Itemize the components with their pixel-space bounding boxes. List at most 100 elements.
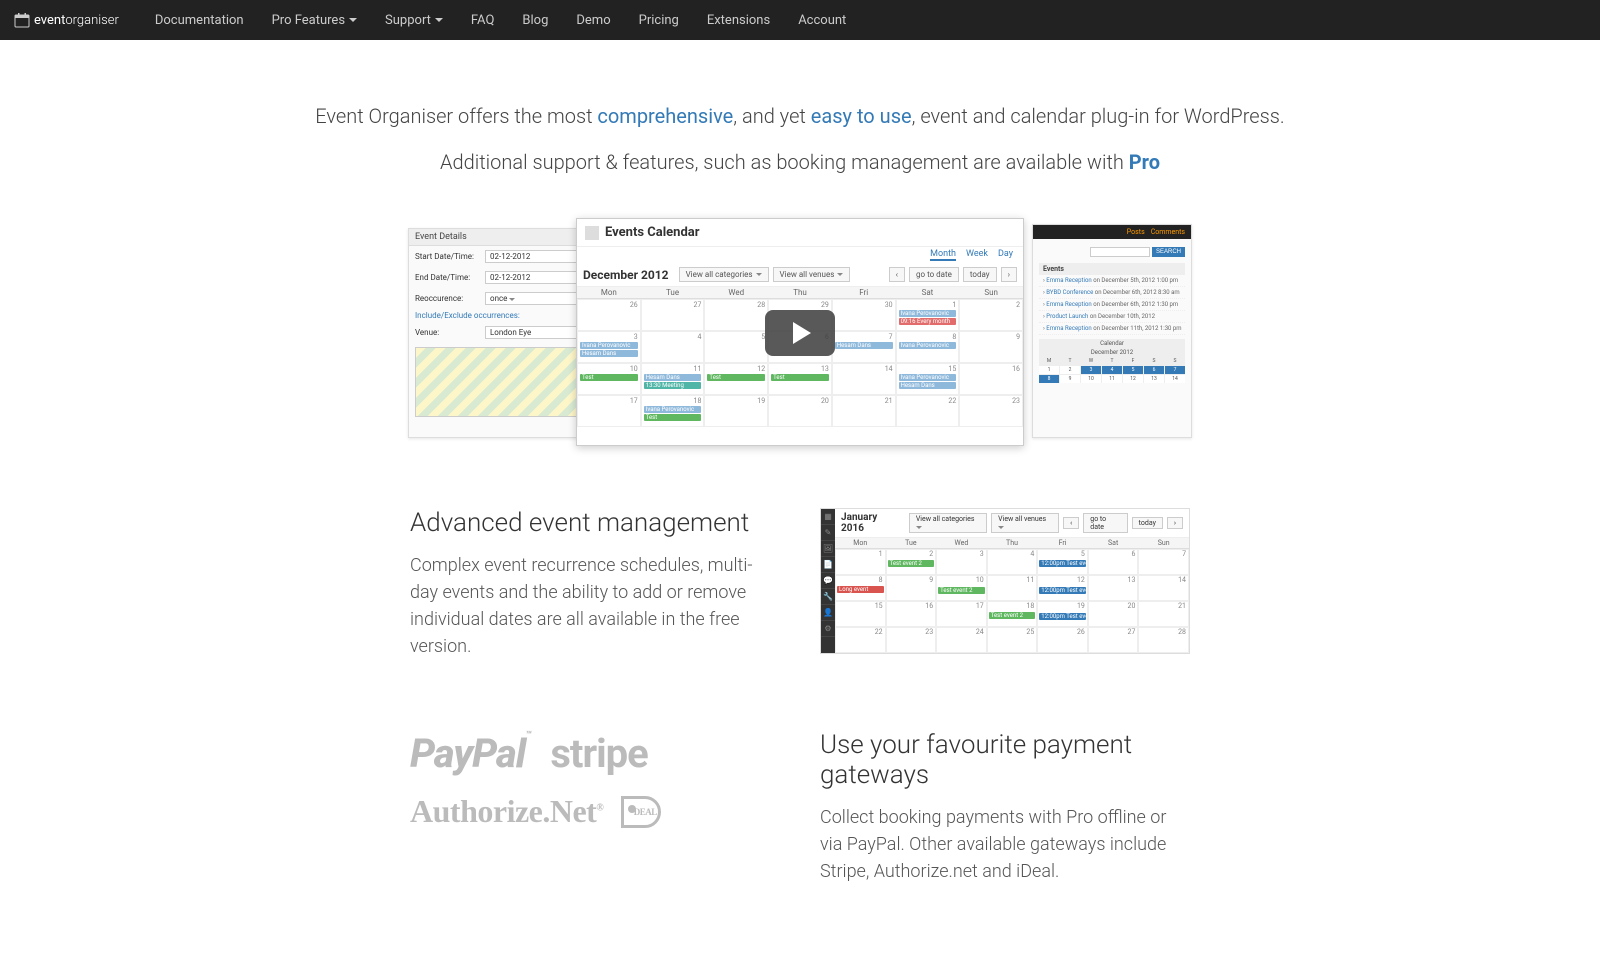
calendar-cell: 30 xyxy=(832,299,896,331)
nav-account[interactable]: Account xyxy=(784,0,860,40)
nav-pricing[interactable]: Pricing xyxy=(625,0,693,40)
reoccurence-label: Reoccurence: xyxy=(415,294,485,303)
mini-sidebar-calendar: Calendar December 2012 MTWTFSS1234567891… xyxy=(1039,339,1185,383)
calendar-cell: 12Test xyxy=(704,363,768,395)
nav-blog[interactable]: Blog xyxy=(508,0,562,40)
chevron-down-icon xyxy=(435,18,443,22)
payment-logos: PayPal™ stripe Authorize.Net® DEAL xyxy=(410,730,780,830)
calendar-cell: 14 xyxy=(832,363,896,395)
end-date-label: End Date/Time: xyxy=(415,273,485,282)
sidebar-event-item: › Emma Reception on December 5th, 2012 1… xyxy=(1039,275,1185,287)
frontend-sidebar-panel: Posts Comments SEARCH Events › Emma Rece… xyxy=(1032,224,1192,438)
stripe-logo: stripe xyxy=(550,730,647,777)
calendar-cell: 3Ivana PerovanovicHesam Dans xyxy=(577,331,641,363)
day-header: Sun xyxy=(959,287,1023,299)
calendar-event: Ivana Perovanovic xyxy=(899,374,957,381)
feature1-image: ▦✎🖼📄💬🔧👤⚙ January 2016 View all categorie… xyxy=(820,508,1190,654)
venue-label: Venue: xyxy=(415,328,485,337)
calendar-view-tabs: Month Week Day xyxy=(577,247,1023,263)
calendar-event: Ivana Perovanovic xyxy=(899,310,957,317)
mc-filter-ven: View all venues xyxy=(991,513,1059,533)
calendar-event: Test xyxy=(707,374,765,381)
search-button-mock: SEARCH xyxy=(1152,247,1185,257)
day-header: Fri xyxy=(832,287,896,299)
calendar-cell: 4 xyxy=(641,331,705,363)
feature2-title: Use your favourite payment gateways xyxy=(820,730,1190,790)
start-date-value: 02-12-2012 xyxy=(485,250,581,263)
calendar-event: Hesam Dans xyxy=(580,350,638,357)
mc-filter-cat: View all categories xyxy=(909,513,987,533)
calendar-cell: 27 xyxy=(641,299,705,331)
mini-cal-month: December 2012 xyxy=(1039,348,1185,357)
events-list-header: Events xyxy=(1039,263,1185,275)
feature-payment-gateways: PayPal™ stripe Authorize.Net® DEAL Use y… xyxy=(410,730,1190,885)
search-input-mock xyxy=(1090,247,1150,257)
admin-calendar-title: Events Calendar xyxy=(605,225,700,240)
calendar-event: 13:30 Meeting xyxy=(644,382,702,389)
current-month-label: December 2012 xyxy=(583,268,675,282)
play-button[interactable] xyxy=(765,310,835,356)
calendar-event: 09:16 Every month xyxy=(899,318,957,325)
calendar-event: Hesam Dans xyxy=(644,374,702,381)
feature2-body: Collect booking payments with Pro offlin… xyxy=(820,804,1190,885)
filter-venues: View all venues xyxy=(773,267,851,282)
authorizenet-logo: Authorize.Net® xyxy=(410,793,603,830)
calendar-icon xyxy=(14,12,30,28)
mc-month-label: January 2016 xyxy=(841,512,901,534)
hero-link-easy[interactable]: easy to use xyxy=(811,104,912,128)
tab-week: Week xyxy=(966,249,988,261)
goto-date-button: go to date xyxy=(909,267,959,282)
hero-line-1: Event Organiser offers the most comprehe… xyxy=(220,100,1380,132)
ideal-logo: DEAL xyxy=(621,796,661,828)
nav-demo[interactable]: Demo xyxy=(562,0,624,40)
end-date-value: 02-12-2012 xyxy=(485,271,581,284)
wp-admin-sidebar: ▦✎🖼📄💬🔧👤⚙ xyxy=(821,509,835,653)
nav-support-label: Support xyxy=(385,13,431,28)
calendar-cell: 28 xyxy=(704,299,768,331)
calendar-cell: 26 xyxy=(577,299,641,331)
sidebar-event-item: › Product Launch on December 10th, 2012 xyxy=(1039,311,1185,323)
calendar-cell: 16 xyxy=(959,363,1023,395)
today-button: today xyxy=(963,267,997,282)
paypal-logo: PayPal™ xyxy=(410,730,530,777)
sidebar-event-item: › Emma Reception on December 6th, 2012 1… xyxy=(1039,299,1185,311)
hero-text: Additional support & features, such as b… xyxy=(440,150,1129,174)
filter-categories: View all categories xyxy=(679,267,769,282)
calendar-cell: 17 xyxy=(577,395,641,427)
calendar-event: Ivana Perovanovic xyxy=(644,406,702,413)
brand-link[interactable]: eventorganiser xyxy=(14,12,119,28)
calendar-event: Ivana Perovanovic xyxy=(899,342,957,349)
nav-documentation[interactable]: Documentation xyxy=(141,0,258,40)
venue-value: London Eye xyxy=(485,326,581,339)
main-navbar: eventorganiser Documentation Pro Feature… xyxy=(0,0,1600,40)
calendar-cell: 9 xyxy=(959,331,1023,363)
mini-cal-label: Calendar xyxy=(1039,339,1185,348)
hero-pro-label: Pro xyxy=(1129,150,1160,174)
hero-text: , event and calendar plug-in for WordPre… xyxy=(912,104,1285,128)
next-button: › xyxy=(1001,267,1017,282)
mc-next: › xyxy=(1167,517,1183,529)
nav-support[interactable]: Support xyxy=(371,0,457,40)
calendar-cell: 5 xyxy=(704,331,768,363)
reoccurence-value: once xyxy=(485,292,581,305)
hero-link-comprehensive[interactable]: comprehensive xyxy=(597,104,733,128)
day-header: Thu xyxy=(768,287,832,299)
calendar-event: Hesam Dans xyxy=(899,382,957,389)
hero-link-pro[interactable]: Pro xyxy=(1129,150,1160,174)
nav-pro-features-label: Pro Features xyxy=(272,13,345,28)
hero-text: , and yet xyxy=(733,104,810,128)
tab-month: Month xyxy=(930,249,956,261)
calendar-cell: 10Test xyxy=(577,363,641,395)
hero-video: Event Details Start Date/Time:02-12-2012… xyxy=(408,218,1192,448)
calendar-cell: 1Ivana Perovanovic09:16 Every month xyxy=(896,299,960,331)
nav-faq[interactable]: FAQ xyxy=(457,0,508,40)
calendar-cell: 15Ivana PerovanovicHesam Dans xyxy=(896,363,960,395)
calendar-cell: 19 xyxy=(704,395,768,427)
calendar-cell: 21 xyxy=(832,395,896,427)
day-header: Wed xyxy=(704,287,768,299)
calendar-cell: 2 xyxy=(959,299,1023,331)
nav-extensions[interactable]: Extensions xyxy=(693,0,784,40)
calendar-event: Test xyxy=(580,374,638,381)
feed-comments-icon: Comments xyxy=(1151,228,1185,236)
nav-pro-features[interactable]: Pro Features xyxy=(258,0,371,40)
